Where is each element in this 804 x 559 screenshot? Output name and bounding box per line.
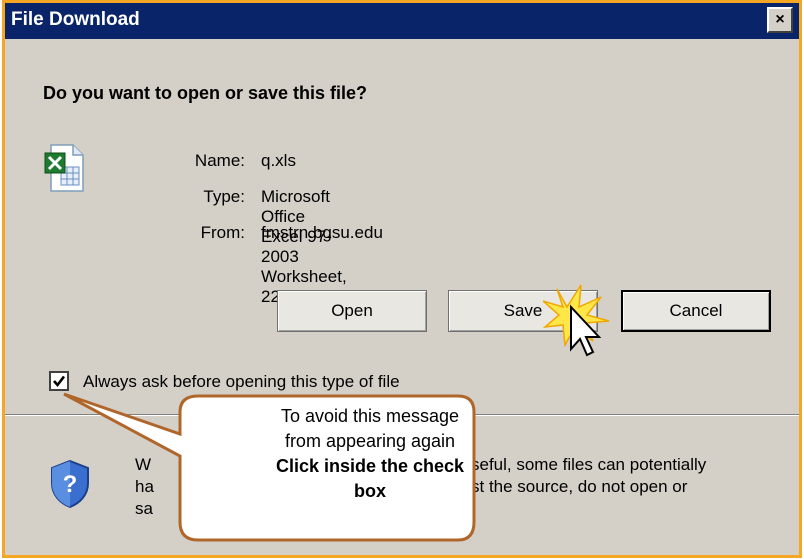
window-title: File Download <box>11 9 140 30</box>
instruction-callout: To avoid this message from appearing aga… <box>60 390 480 550</box>
close-icon: × <box>775 11 785 28</box>
cancel-button[interactable]: Cancel <box>621 290 771 332</box>
type-label: Type: <box>203 187 245 206</box>
dialog-question: Do you want to open or save this file? <box>43 83 368 103</box>
name-label: Name: <box>194 151 245 170</box>
always-ask-checkbox[interactable] <box>49 371 69 391</box>
open-button[interactable]: Open <box>277 290 427 332</box>
excel-file-icon <box>44 144 84 192</box>
callout-line3: Click inside the check <box>275 456 465 476</box>
always-ask-label[interactable]: Always ask before opening this type of f… <box>83 372 400 392</box>
type-value: Microsoft Office Excel 97-2003 Worksheet… <box>261 187 347 306</box>
checkmark-icon <box>53 375 66 388</box>
callout-text: To avoid this message from appearing aga… <box>210 404 530 504</box>
title-bar[interactable]: File Download × <box>5 3 799 39</box>
from-value: fmstrn.bgsu.edu <box>261 223 383 242</box>
name-value: q.xls <box>261 151 296 170</box>
callout-line4: box <box>353 481 386 501</box>
callout-line2: from appearing again <box>284 431 456 451</box>
click-burst-cursor-icon <box>543 284 610 357</box>
from-label: From: <box>200 223 245 242</box>
callout-line1: To avoid this message <box>280 406 460 426</box>
close-button[interactable]: × <box>767 7 793 33</box>
